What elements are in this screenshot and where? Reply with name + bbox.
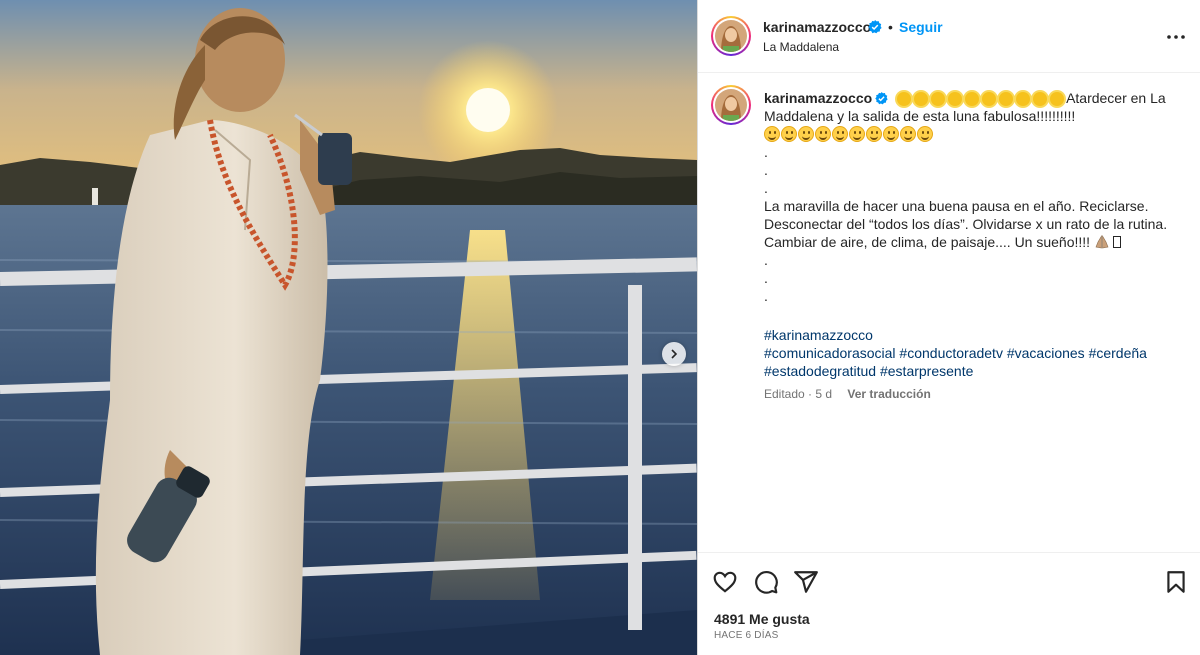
- sun-emoji-row: [896, 90, 1066, 106]
- see-translation-button[interactable]: Ver traducción: [847, 387, 930, 401]
- sun-emoji-icon: [982, 92, 997, 106]
- hashtags: #karinamazzocco #comunicadorasocial #con…: [764, 326, 1184, 380]
- sun-emoji-icon: [1016, 92, 1031, 106]
- sun-emoji-icon: [897, 92, 912, 106]
- caption-meta: Editado · 5 d Ver traducción: [764, 387, 931, 401]
- smiley-emoji-icon: [883, 126, 899, 142]
- post-age[interactable]: 5 d: [815, 387, 832, 401]
- share-icon[interactable]: [793, 569, 819, 595]
- caption-dot: .: [764, 270, 768, 286]
- hashtag-link[interactable]: #conductoradetv: [899, 345, 1003, 361]
- chevron-right-icon: [671, 349, 678, 359]
- caption-dot: .: [764, 180, 768, 196]
- smiley-emoji-icon: [866, 126, 882, 142]
- verified-badge-icon: [875, 92, 888, 105]
- smiley-emoji-icon: [798, 126, 814, 142]
- location-link[interactable]: La Maddalena: [763, 40, 839, 54]
- caption-dot: .: [764, 252, 768, 268]
- smiley-emoji-icon: [764, 126, 780, 142]
- sun-emoji-icon: [1033, 92, 1048, 106]
- praying-hands-emoji-icon: [1095, 235, 1109, 249]
- follow-button[interactable]: Seguir: [899, 19, 943, 35]
- hashtag-link[interactable]: #vacaciones: [1007, 345, 1085, 361]
- avatar[interactable]: [711, 16, 751, 56]
- sun-emoji-icon: [948, 92, 963, 106]
- likes-count[interactable]: 4891 Me gusta: [714, 611, 810, 627]
- more-options-icon[interactable]: [1164, 27, 1188, 47]
- post-timestamp[interactable]: HACE 6 DÍAS: [714, 630, 778, 641]
- post-sidebar: karinamazzocco • Seguir La Maddalena kar…: [697, 0, 1200, 655]
- hashtag-link[interactable]: #cerdeña: [1089, 345, 1147, 361]
- comments-area[interactable]: karinamazzocco Atardecer en La Maddalena…: [698, 74, 1200, 552]
- sunset-photo: [0, 0, 697, 655]
- smiley-emoji-row: [764, 125, 1184, 143]
- hashtag-link[interactable]: #estarpresente: [880, 363, 973, 379]
- smiley-emoji-icon: [815, 126, 831, 142]
- sun-emoji-icon: [914, 92, 929, 106]
- smiley-emoji-icon: [849, 126, 865, 142]
- smiley-emoji-icon: [917, 126, 933, 142]
- sun-emoji-icon: [999, 92, 1014, 106]
- heart-icon[interactable]: [712, 569, 738, 595]
- hashtag-link[interactable]: #comunicadorasocial: [764, 345, 896, 361]
- hashtag-link[interactable]: #karinamazzocco: [764, 327, 873, 343]
- avatar-image: [715, 20, 747, 52]
- post-actions: 4891 Me gusta HACE 6 DÍAS: [698, 552, 1200, 655]
- post-photo[interactable]: [0, 0, 697, 655]
- smiley-emoji-icon: [781, 126, 797, 142]
- username[interactable]: karinamazzocco: [763, 19, 871, 35]
- post-caption: karinamazzocco Atardecer en La Maddalena…: [764, 89, 1184, 305]
- separator-dot: •: [888, 19, 893, 35]
- sun-emoji-icon: [965, 92, 980, 106]
- caption-dot: .: [764, 288, 768, 304]
- smiley-emoji-icon: [832, 126, 848, 142]
- avatar-image: [715, 89, 747, 121]
- sun-emoji-icon: [1050, 92, 1065, 106]
- comment-icon[interactable]: [753, 569, 779, 595]
- missing-glyph-icon: [1112, 236, 1121, 248]
- caption-username[interactable]: karinamazzocco: [764, 90, 872, 106]
- smiley-emoji-icon: [900, 126, 916, 142]
- verified-badge-icon: [868, 20, 882, 34]
- next-photo-button[interactable]: [662, 342, 686, 366]
- bookmark-icon[interactable]: [1163, 569, 1189, 595]
- sun-emoji-icon: [931, 92, 946, 106]
- edited-label: Editado: [764, 387, 805, 401]
- caption-avatar[interactable]: [711, 85, 751, 125]
- caption-dot: .: [764, 144, 768, 160]
- hashtag-link[interactable]: #estadodegratitud: [764, 363, 876, 379]
- post-header: karinamazzocco • Seguir La Maddalena: [698, 0, 1200, 73]
- caption-dot: .: [764, 162, 768, 178]
